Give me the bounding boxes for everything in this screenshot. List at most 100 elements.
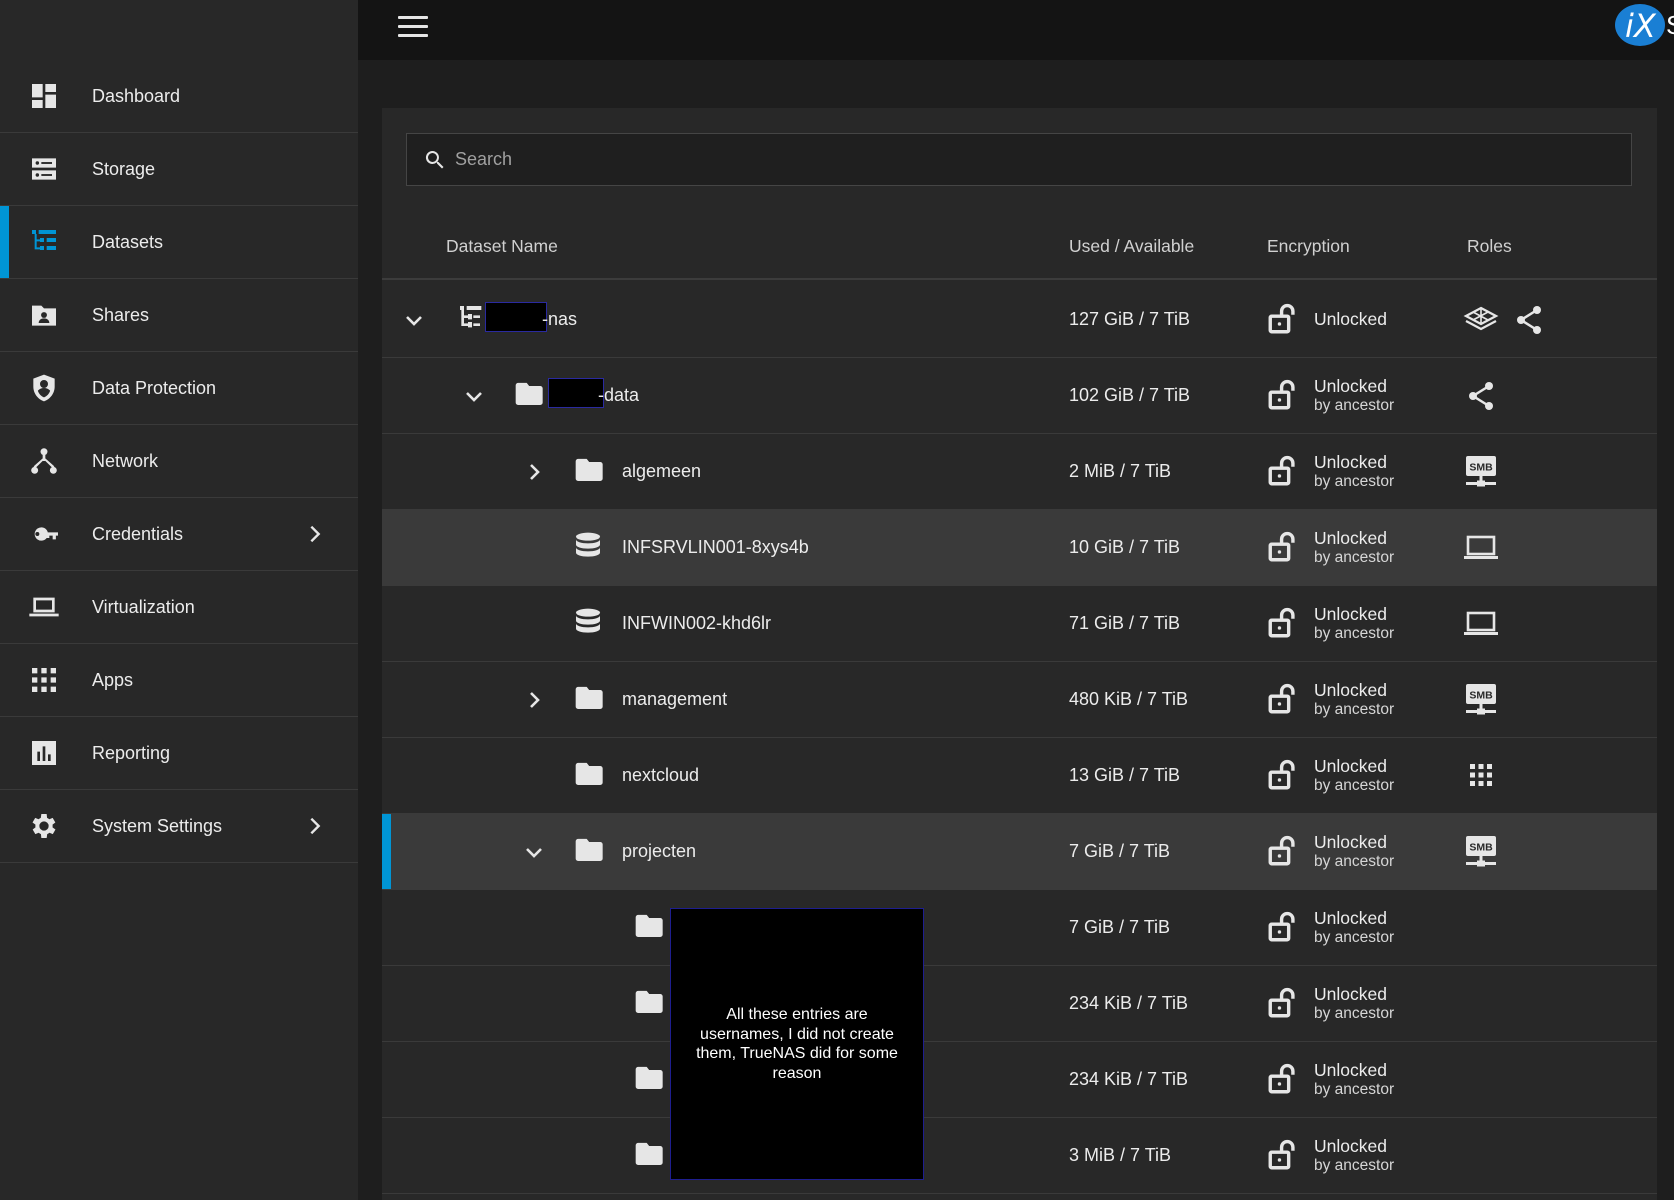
dataset-tree-table: -nas 127 GiB / 7 TiB Unlocked -data 102 GiB … [382,282,1657,1194]
sidebar-item-label: Dashboard [92,85,181,106]
zvol-database-icon [572,606,604,638]
vm-laptop-icon[interactable] [1462,606,1500,642]
sidebar-item-label: Storage [92,158,156,179]
encryption-status: Unlocked [1314,1136,1387,1156]
annotation-overlay: All these entries are usernames, I did n… [670,908,924,1180]
ix-logo[interactable]: iX [1615,4,1665,46]
sidebar: Dashboard Storage Datasets Shares Data Prote… [0,0,358,1200]
lock-open-icon [1266,530,1300,564]
dataset-name: -data [598,385,640,405]
encryption-status-detail: by ancestor [1314,1157,1395,1174]
dataset-name: algemeen [622,461,702,481]
used-available: 480 KiB / 7 TiB [1069,689,1189,709]
lock-open-icon [1266,606,1300,640]
lock-open-icon [1266,302,1300,336]
encryption-status: Unlocked [1314,680,1387,700]
table-row[interactable]: INFWIN002-khd6lr 71 GiB / 7 TiB Unlocked by… [382,586,1657,662]
folder-icon [632,910,664,942]
sidebar-item-label: Virtualization [92,596,195,617]
table-row[interactable]: -data 102 GiB / 7 TiB Unlocked by ancestor [382,358,1657,434]
zvol-database-icon [572,530,604,562]
encryption-status-detail: by ancestor [1314,397,1395,414]
used-available: 127 GiB / 7 TiB [1069,309,1191,329]
sidebar-item-label: Apps [92,669,134,690]
folder-icon [572,834,604,866]
used-available: 3 MiB / 7 TiB [1069,1145,1172,1165]
vm-laptop-icon[interactable] [1462,530,1500,566]
dataset-name: INFWIN002-khd6lr [622,613,772,633]
chevron-down-icon[interactable] [522,840,546,864]
sidebar-header [0,0,358,60]
table-row[interactable]: 3 MiB / 7 TiB Unlocked by ancestor [382,1118,1657,1194]
table-row[interactable]: -nas 127 GiB / 7 TiB Unlocked [382,282,1657,358]
table-row[interactable]: projecten 7 GiB / 7 TiB Unlocked by ancesto… [382,814,1657,890]
encryption-status-detail: by ancestor [1314,1005,1395,1022]
smb-share-icon[interactable]: SMB [1462,682,1500,718]
dataset-root-icon [456,302,488,334]
sidebar-item-reporting[interactable]: Reporting [0,717,358,790]
table-row[interactable]: 234 KiB / 7 TiB Unlocked by ancestor [382,966,1657,1042]
ix-logo-text: iX [1625,7,1656,45]
topbar-cutoff-text: S [1666,10,1674,41]
column-header-encryption[interactable]: Encryption [1267,236,1350,257]
chevron-down-icon[interactable] [402,308,426,332]
search-input[interactable] [455,134,1615,185]
table-row[interactable]: algemeen 2 MiB / 7 TiB Unlocked by ancestor… [382,434,1657,510]
sidebar-item-label: Shares [92,304,150,325]
sidebar-item-data-protection[interactable]: Data Protection [0,352,358,425]
sidebar-item-storage[interactable]: Storage [0,133,358,206]
storage-icon [28,153,60,185]
sidebar-item-dashboard[interactable]: Dashboard [0,60,358,133]
sidebar-item-shares[interactable]: Shares [0,279,358,352]
dataset-name: -nas [542,309,578,329]
table-row[interactable]: 234 KiB / 7 TiB Unlocked by ancestor [382,1042,1657,1118]
dataset-name: nextcloud [622,765,700,785]
column-header-dataset-name[interactable]: Dataset Name [446,236,558,257]
column-header-used-available[interactable]: Used / Available [1069,236,1194,257]
column-header-roles[interactable]: Roles [1467,236,1512,257]
lock-open-icon [1266,986,1300,1020]
table-row[interactable]: INFSRVLIN001-8xys4b 10 GiB / 7 TiB Unlocke… [382,510,1657,586]
smb-share-icon[interactable]: SMB [1462,454,1500,490]
share-icon[interactable] [1462,378,1500,414]
smb-share-icon[interactable]: SMB [1462,834,1500,870]
chevron-down-icon[interactable] [462,384,486,408]
apps-cube-icon[interactable] [1462,302,1500,338]
used-available: 234 KiB / 7 TiB [1069,1069,1189,1089]
used-available: 71 GiB / 7 TiB [1069,613,1181,633]
used-available: 7 GiB / 7 TiB [1069,841,1171,861]
sidebar-item-label: Credentials [92,523,184,544]
table-row[interactable]: 7 GiB / 7 TiB Unlocked by ancestor [382,890,1657,966]
chevron-right-icon[interactable] [522,460,546,484]
bar-chart-icon [28,737,60,769]
encryption-status: Unlocked [1314,908,1387,928]
folder-icon [572,758,604,790]
datasets-panel: Dataset Name Used / Available Encryption… [382,108,1657,1200]
encryption-status-detail: by ancestor [1314,625,1395,642]
share-icon[interactable] [1510,302,1548,338]
sidebar-item-virtualization[interactable]: Virtualization [0,571,358,644]
lock-open-icon [1266,910,1300,944]
sidebar-item-system-settings[interactable]: System Settings [0,790,358,863]
sidebar-item-apps[interactable]: Apps [0,644,358,717]
encryption-status: Unlocked [1314,452,1387,472]
encryption-status: Unlocked [1314,756,1387,776]
table-row[interactable]: nextcloud 13 GiB / 7 TiB Unlocked by ancest… [382,738,1657,814]
sidebar-item-label: Datasets [92,231,164,252]
chevron-right-icon [304,815,326,837]
apps-grid-icon[interactable] [1462,758,1500,794]
sidebar-item-network[interactable]: Network [0,425,358,498]
folder-icon [572,454,604,486]
datasets-tree-icon [28,226,60,258]
folder-icon [512,378,544,410]
sidebar-item-label: Network [92,450,159,471]
chevron-right-icon[interactable] [522,688,546,712]
hamburger-menu-icon[interactable] [398,16,428,40]
used-available: 2 MiB / 7 TiB [1069,461,1172,481]
sidebar-item-credentials[interactable]: Credentials [0,498,358,571]
lock-open-icon [1266,1138,1300,1172]
encryption-status-detail: by ancestor [1314,549,1395,566]
sidebar-item-datasets[interactable]: Datasets [0,206,358,279]
dataset-name: projecten [622,841,697,861]
table-row[interactable]: management 480 KiB / 7 TiB Unlocked by ance… [382,662,1657,738]
